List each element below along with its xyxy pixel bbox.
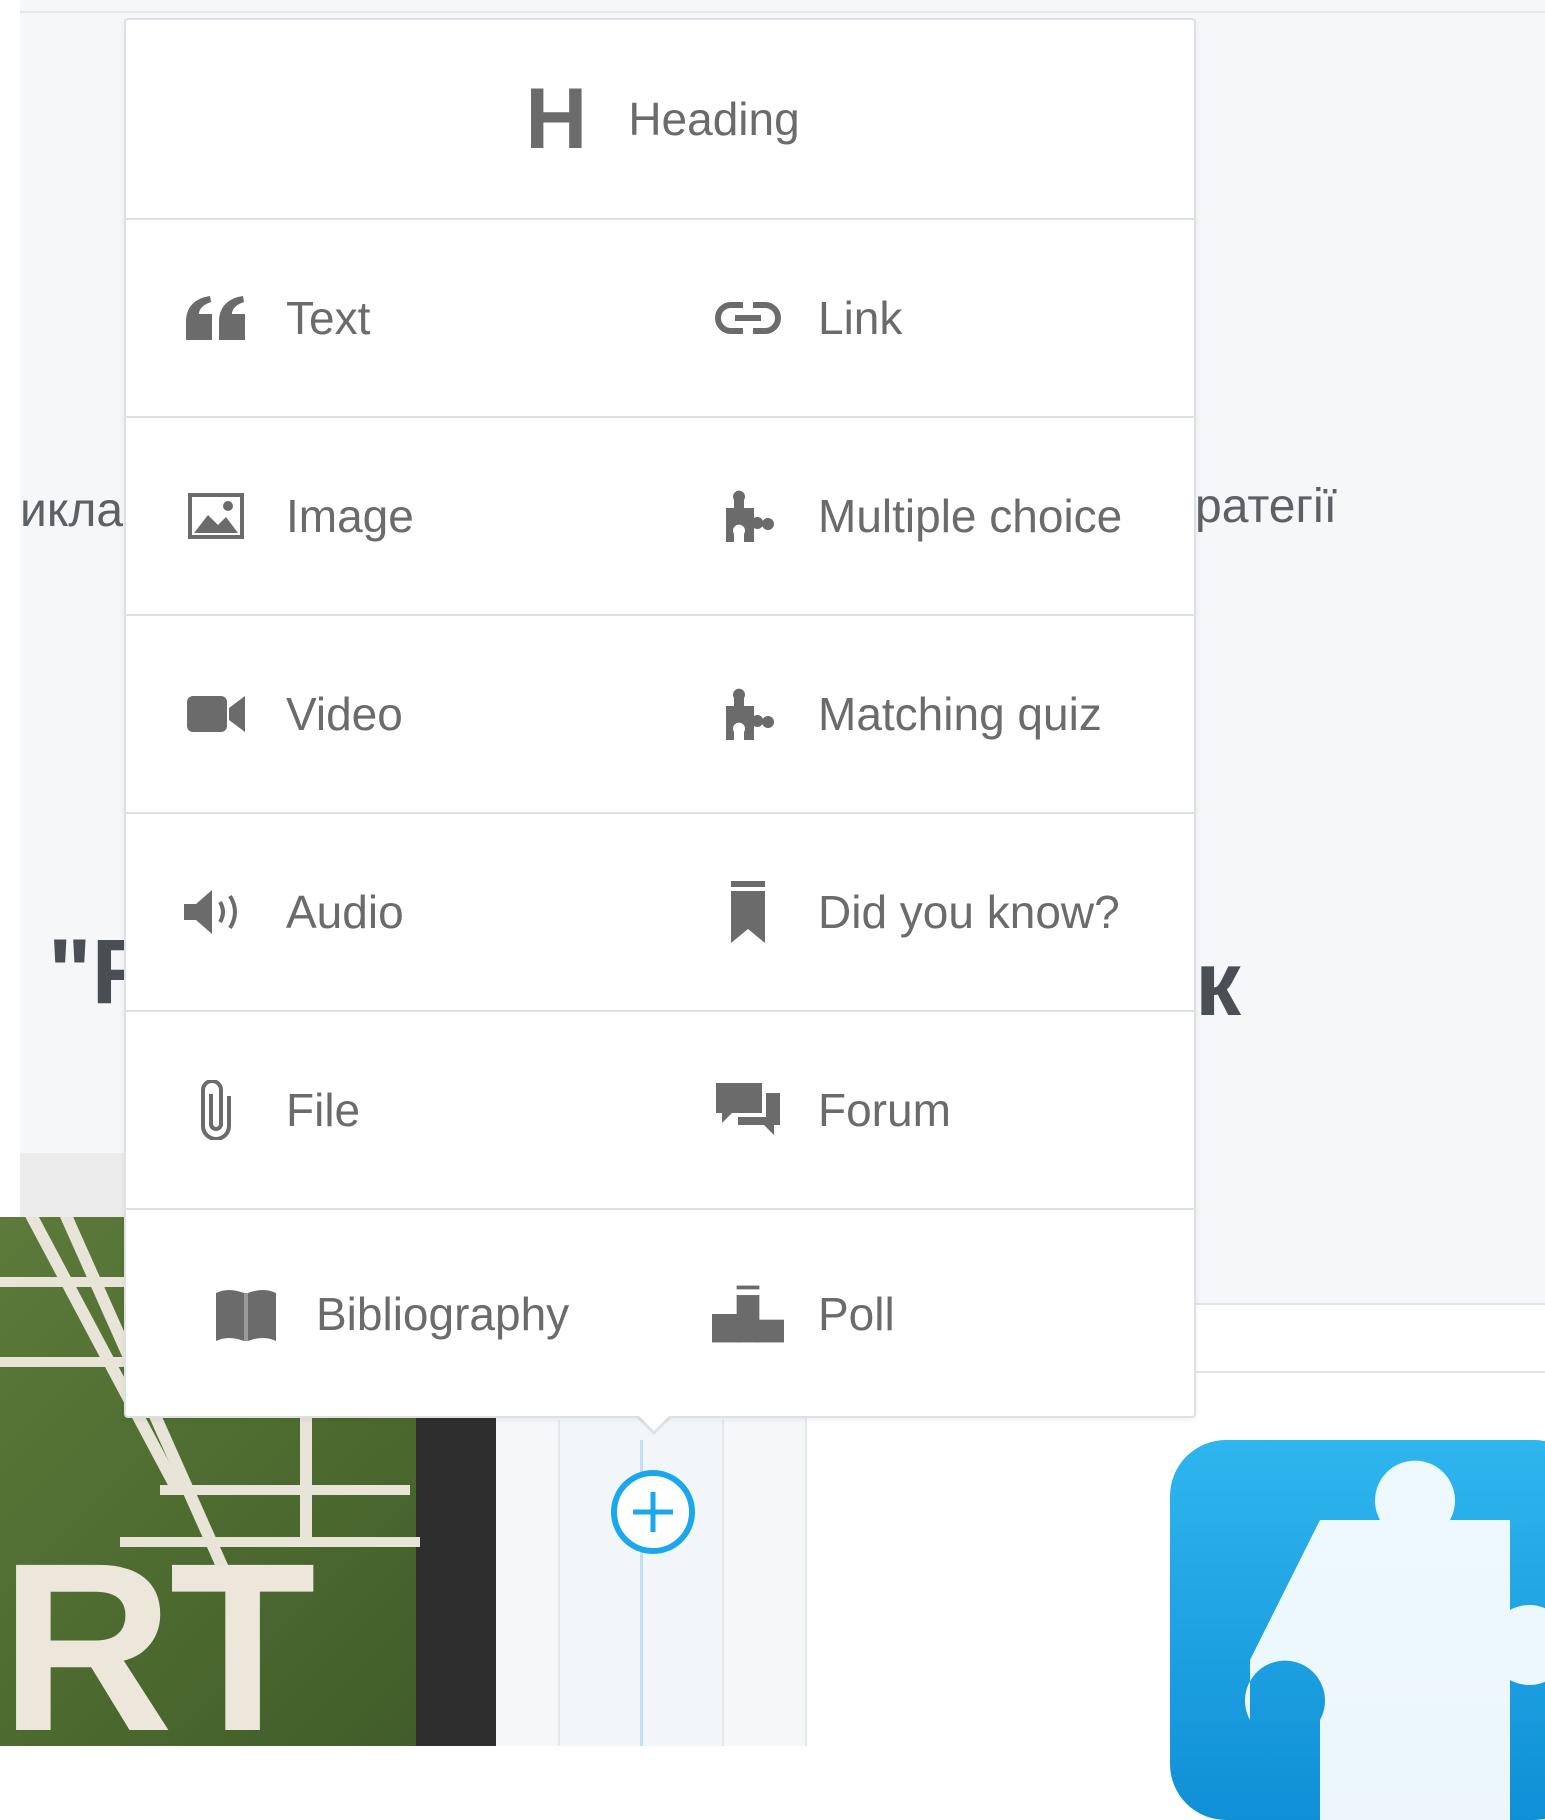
menu-item-video[interactable]: Video (180, 616, 403, 812)
menu-item-multiple-choice[interactable]: Multiple choice (712, 418, 1122, 614)
top-divider (20, 11, 1545, 13)
puzzle-app-icon[interactable] (1170, 1440, 1545, 1820)
menu-item-label: Poll (818, 1288, 895, 1340)
speaker-icon (180, 876, 252, 948)
chat-bubbles-icon (712, 1074, 784, 1146)
menu-item-label: Video (286, 688, 403, 740)
menu-item-bibliography[interactable]: Bibliography (210, 1210, 569, 1418)
menu-item-label: Matching quiz (818, 688, 1102, 740)
add-block-button[interactable] (611, 1470, 695, 1554)
menu-row: Audio Did you know? (126, 812, 1194, 1010)
menu-item-heading[interactable]: H Heading (126, 20, 1194, 218)
menu-item-label: File (286, 1084, 361, 1136)
menu-item-forum[interactable]: Forum (712, 1012, 951, 1208)
menu-row-heading: H Heading (126, 20, 1194, 218)
background-title-fragment-right: к (1195, 933, 1242, 1035)
menu-item-audio[interactable]: Audio (180, 814, 404, 1010)
menu-item-poll[interactable]: Poll (712, 1210, 895, 1418)
menu-item-label: Forum (818, 1084, 951, 1136)
menu-item-file[interactable]: File (180, 1012, 360, 1208)
background-paragraph-fragment-left: икла (20, 484, 124, 537)
menu-item-label: Link (818, 292, 903, 344)
menu-item-did-you-know[interactable]: Did you know? (712, 814, 1120, 1010)
video-camera-icon (180, 678, 252, 750)
right-content-header (1195, 1303, 1545, 1373)
menu-row: Image Multiple choice (126, 416, 1194, 614)
add-block-menu: H Heading Text Link Image Multiple choic… (124, 18, 1196, 1418)
menu-item-label: Bibliography (316, 1288, 570, 1340)
book-icon (210, 1278, 282, 1350)
field-marking-text: RT (0, 1513, 316, 1746)
menu-item-label: Did you know? (818, 886, 1120, 938)
menu-pointer-fill (634, 1411, 674, 1431)
image-icon (180, 480, 252, 552)
menu-row: Video Matching quiz (126, 614, 1194, 812)
paperclip-icon (180, 1074, 252, 1146)
menu-item-image[interactable]: Image (180, 418, 414, 614)
podium-icon (712, 1278, 784, 1350)
puzzle-icon (712, 480, 784, 552)
menu-row: File Forum (126, 1010, 1194, 1208)
menu-item-link[interactable]: Link (712, 220, 902, 416)
menu-item-matching-quiz[interactable]: Matching quiz (712, 616, 1102, 812)
menu-row: Bibliography Poll (126, 1208, 1194, 1418)
background-paragraph-fragment-right: ратегії (1195, 480, 1337, 533)
quote-icon (180, 282, 252, 354)
menu-row: Text Link (126, 218, 1194, 416)
menu-item-label: Multiple choice (818, 490, 1123, 542)
bookmark-icon (712, 876, 784, 948)
link-icon (712, 282, 784, 354)
menu-item-label: Text (286, 292, 371, 344)
menu-item-label: Image (286, 490, 414, 542)
menu-item-text[interactable]: Text (180, 220, 370, 416)
menu-item-label: Audio (286, 886, 404, 938)
puzzle-icon (712, 678, 784, 750)
menu-item-label: Heading (628, 93, 800, 145)
heading-icon: H (525, 71, 588, 167)
left-panel-strip (20, 1153, 126, 1223)
puzzle-piece-icon (1245, 1460, 1545, 1820)
